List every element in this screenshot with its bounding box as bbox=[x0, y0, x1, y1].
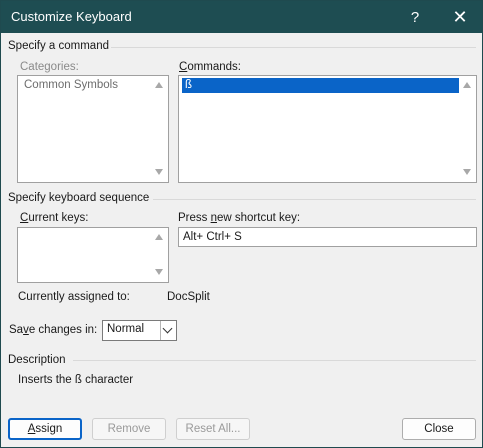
scroll-down-arrow-icon[interactable] bbox=[155, 269, 163, 275]
new-shortcut-label-text: ew shortcut key: bbox=[217, 212, 301, 224]
close-button[interactable]: Close bbox=[402, 418, 476, 440]
remove-button[interactable]: Remove bbox=[92, 418, 166, 440]
chevron-down-icon bbox=[162, 323, 173, 334]
commands-label-text: ommands: bbox=[187, 61, 241, 73]
section-divider bbox=[111, 47, 476, 48]
specify-command-heading: Specify a command bbox=[8, 40, 109, 52]
description-text: Inserts the ß character bbox=[18, 374, 134, 386]
assign-button[interactable]: Assign bbox=[8, 418, 82, 440]
assign-button-label: ssign bbox=[35, 423, 63, 435]
new-shortcut-label: Press new shortcut key: bbox=[178, 212, 300, 224]
save-changes-in-select[interactable]: Normal bbox=[102, 320, 177, 341]
current-keys-listbox[interactable] bbox=[17, 227, 169, 283]
categories-label: Categories: bbox=[20, 61, 79, 73]
section-divider bbox=[73, 360, 476, 361]
new-shortcut-label-prefix: Press bbox=[178, 212, 211, 224]
help-button[interactable]: ? bbox=[397, 1, 433, 33]
save-changes-label-prefix: Sa bbox=[9, 324, 24, 336]
section-divider bbox=[153, 199, 476, 200]
scroll-down-arrow-icon[interactable] bbox=[155, 169, 163, 175]
close-window-button[interactable]: ✕ bbox=[442, 1, 478, 33]
title-bar: Customize Keyboard ? ✕ bbox=[1, 1, 482, 33]
assign-button-accelerator: A bbox=[27, 423, 36, 435]
commands-label: Commands: bbox=[179, 61, 241, 73]
customize-keyboard-dialog: Customize Keyboard ? ✕ Specify a command… bbox=[0, 0, 483, 448]
categories-scrollbar[interactable] bbox=[152, 77, 167, 181]
reset-all-button[interactable]: Reset All... bbox=[176, 418, 250, 440]
currently-assigned-label: Currently assigned to: bbox=[18, 291, 130, 303]
currently-assigned-value: DocSplit bbox=[167, 291, 210, 303]
keyboard-sequence-heading: Specify keyboard sequence bbox=[8, 192, 150, 204]
save-changes-label: Save changes in: bbox=[9, 324, 97, 336]
scroll-down-arrow-icon[interactable] bbox=[463, 169, 471, 175]
scroll-up-arrow-icon[interactable] bbox=[155, 234, 163, 240]
scroll-up-arrow-icon[interactable] bbox=[463, 82, 471, 88]
commands-listbox[interactable]: ß bbox=[178, 75, 477, 183]
dialog-title: Customize Keyboard bbox=[11, 9, 132, 24]
current-keys-label-text: urrent keys: bbox=[28, 212, 89, 224]
current-keys-scrollbar[interactable] bbox=[152, 229, 167, 281]
save-changes-label-text: e changes in: bbox=[28, 324, 98, 336]
commands-scrollbar[interactable] bbox=[460, 77, 475, 181]
save-changes-in-value: Normal bbox=[107, 323, 145, 335]
category-item[interactable]: Common Symbols bbox=[21, 78, 151, 93]
new-shortcut-key-input[interactable]: Alt+ Ctrl+ S bbox=[178, 227, 477, 247]
description-heading: Description bbox=[8, 354, 66, 366]
scroll-up-arrow-icon[interactable] bbox=[155, 82, 163, 88]
dropdown-button[interactable] bbox=[160, 321, 176, 340]
categories-listbox[interactable]: Common Symbols bbox=[17, 75, 169, 183]
current-keys-label: Current keys: bbox=[20, 212, 88, 224]
command-item-selected[interactable]: ß bbox=[182, 78, 459, 93]
